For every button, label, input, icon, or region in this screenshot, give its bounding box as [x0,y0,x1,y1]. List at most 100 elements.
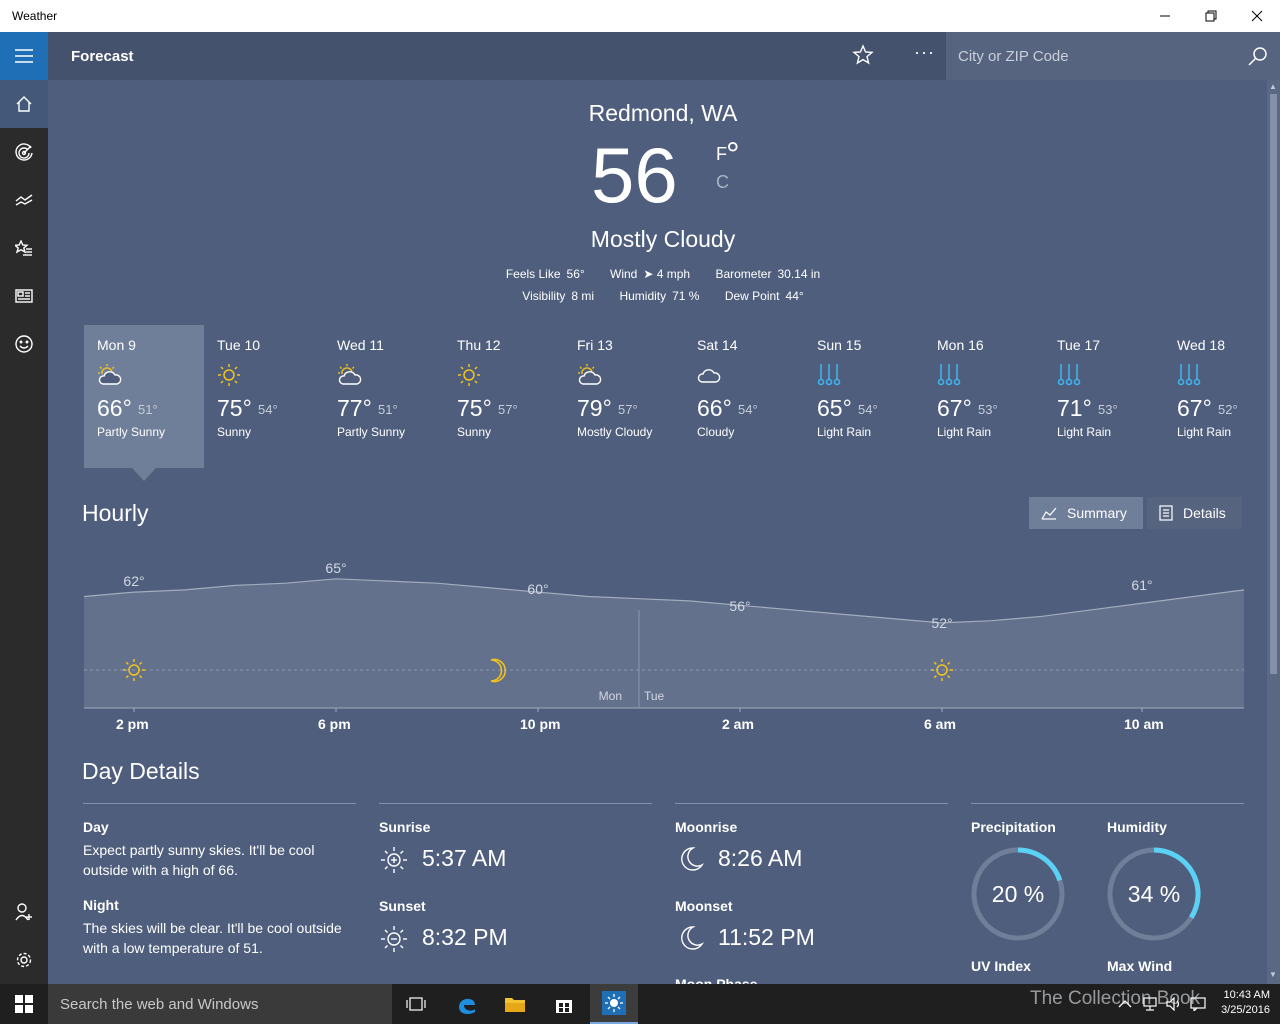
stat-value: ➤ 4 mph [643,267,691,281]
file-explorer-button[interactable] [491,984,539,1024]
day-tile[interactable]: Fri 13 79° 57° Mostly Cloudy [564,325,684,468]
gauge-fill [1017,847,1063,882]
unit-fahrenheit-button[interactable]: F [716,144,727,165]
chevron-up-icon[interactable] [1118,999,1132,1009]
stat-label: Dew Point [724,289,780,303]
day-condition: Light Rain [1177,425,1232,439]
day-high: 67° [937,395,972,421]
title-bar: Weather [0,0,1280,32]
sunrise-label: Sunrise [379,819,431,835]
more-options-button[interactable]: ··· [914,42,935,63]
day-tile[interactable]: Wed 18 67° 52° Light Rain [1164,325,1280,468]
stats-row-2: Visibility 8 mi Humidity 71 % Dew Point 44° [48,289,1278,303]
edge-button[interactable] [443,984,491,1024]
chart-icon [15,194,33,206]
divider [379,803,652,804]
nav-account[interactable] [0,888,48,936]
nav-news[interactable] [0,272,48,320]
details-label: Details [1183,505,1226,521]
nav-places[interactable] [0,224,48,272]
volume-icon[interactable] [1166,997,1182,1011]
restore-button[interactable] [1188,0,1234,32]
task-view-button[interactable] [392,984,440,1024]
store-button[interactable] [540,984,588,1024]
stat-label: Wind [610,267,638,281]
scroll-up-arrow-icon[interactable]: ▲ [1269,82,1277,91]
day-label-mon: Mon [599,689,622,703]
summary-label: Summary [1067,505,1127,521]
summary-toggle-button[interactable]: Summary [1029,497,1143,529]
vertical-scrollbar[interactable]: ▲ ▼ [1267,80,1280,984]
hourly-temp-label: 65° [325,560,346,576]
hourly-temp-label: 56° [729,598,750,614]
partly-sunny-icon [338,364,362,385]
day-tile[interactable]: Mon 9 66° 51° Partly Sunny [84,325,204,468]
taskbar: Search the web and Windows The Collectio… [0,984,1280,1024]
hour-label: 10 pm [520,716,561,732]
hour-label: 2 am [722,716,754,732]
add-person-icon [15,903,32,921]
nav-forecast[interactable] [0,80,48,128]
notifications-icon[interactable] [1190,997,1206,1011]
day-high: 79° [577,395,612,421]
day-low: 57° [618,402,638,417]
day-high: 71° [1057,395,1092,421]
day-name: Wed 18 [1177,337,1225,353]
day-name: Mon 9 [97,337,136,353]
moon-phase-label: Moon Phase [675,976,758,984]
nav-maps[interactable] [0,128,48,176]
details-list-icon [1159,505,1173,521]
day-label-tue: Tue [644,689,665,703]
day-tile[interactable]: Thu 12 75° 57° Sunny [444,325,564,468]
day-condition: Light Rain [1057,425,1112,439]
search-box [946,32,1280,80]
minimize-button[interactable] [1142,0,1188,32]
hourly-temp-label: 52° [931,615,952,631]
search-input[interactable] [958,45,1228,67]
cloudy-icon [697,369,721,383]
sunrise-icon [381,847,407,873]
day-name: Sat 14 [697,337,738,353]
nav-feedback[interactable] [0,320,48,368]
day-tile[interactable]: Sun 15 65° 54° Light Rain [804,325,924,468]
moonset-time: 11:52 PM [718,924,815,950]
stat-label: Visibility [522,289,566,303]
unit-celsius-button[interactable]: C [716,172,729,193]
day-tile[interactable]: Tue 17 71° 53° Light Rain [1044,325,1164,468]
scroll-down-arrow-icon[interactable]: ▼ [1269,970,1277,979]
day-tile[interactable]: Sat 14 66° 54° Cloudy [684,325,804,468]
taskbar-clock[interactable]: 10:43 AM 3/25/2016 [1212,988,1270,1018]
uv-index-label: UV Index [971,958,1031,974]
taskbar-search[interactable]: Search the web and Windows [48,984,392,1024]
clock-time: 10:43 AM [1223,989,1270,1001]
start-button[interactable] [0,984,48,1024]
app-header: Forecast ··· [48,32,1280,80]
day-name: Thu 12 [457,337,501,353]
close-button[interactable] [1234,0,1280,32]
day-condition: Partly Sunny [337,425,406,439]
details-toggle-button[interactable]: Details [1147,497,1242,529]
day-tile[interactable]: Tue 10 75° 54° Sunny [204,325,324,468]
system-tray [1118,984,1206,1024]
task-view-icon [406,997,426,1011]
divider [971,803,1244,804]
moon-phase-clip: Moon Phase [675,976,795,984]
smiley-icon [15,335,33,353]
moonrise-icon [681,847,705,871]
day-text: Expect partly sunny skies. It'll be cool… [83,842,315,878]
day-high: 66° [97,395,132,421]
weather-app-button[interactable] [590,984,638,1024]
day-tile[interactable]: Wed 11 77° 51° Partly Sunny [324,325,444,468]
day-tile[interactable]: Mon 16 67° 53° Light Rain [924,325,1044,468]
day-low: 54° [858,402,878,417]
light-rain-icon [937,364,961,386]
network-icon[interactable] [1142,997,1158,1011]
selected-day-pointer [132,468,156,481]
nav-settings[interactable] [0,936,48,984]
sunrise-time: 5:37 AM [422,845,507,871]
favorite-button[interactable] [852,44,874,71]
hamburger-menu-button[interactable] [0,32,48,80]
search-icon[interactable] [1248,46,1268,66]
nav-historical-weather[interactable] [0,176,48,224]
day-low: 51° [378,402,398,417]
